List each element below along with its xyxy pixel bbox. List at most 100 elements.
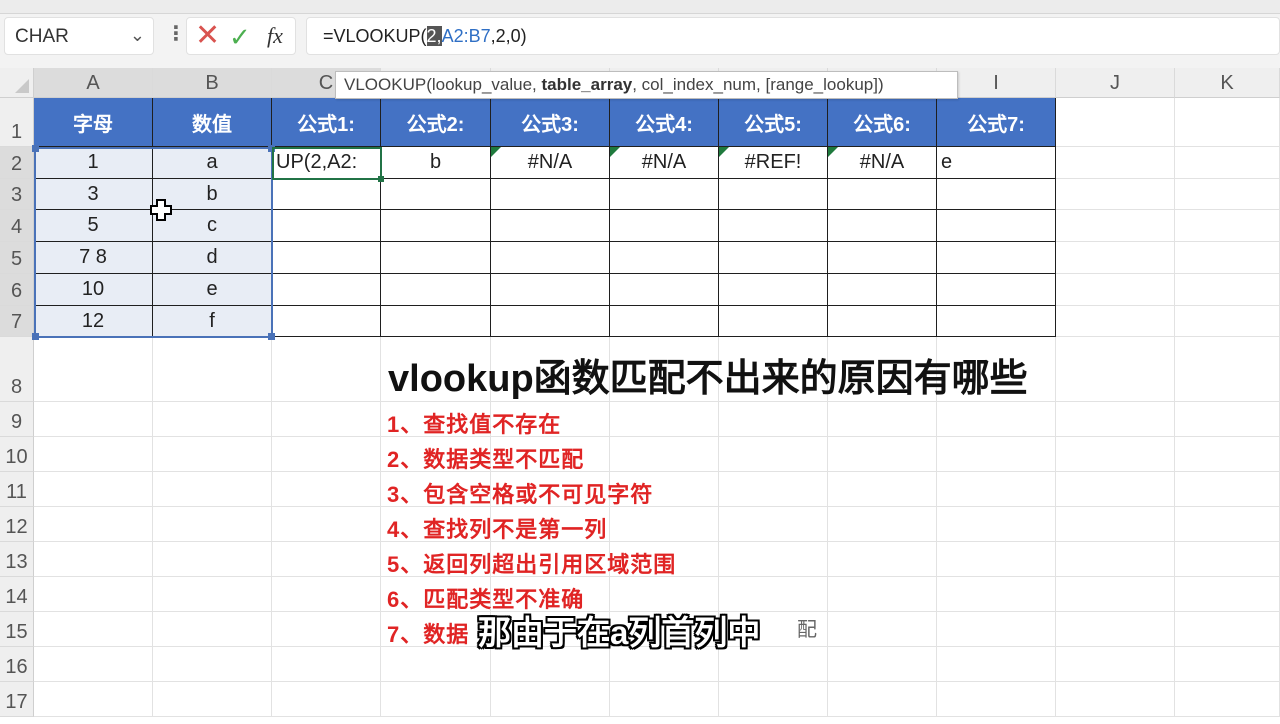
cell-i4[interactable] — [937, 210, 1056, 242]
cell-d3[interactable] — [381, 179, 491, 210]
cell-i16[interactable] — [937, 647, 1056, 682]
name-box[interactable]: CHAR ⌄ — [4, 17, 154, 55]
cell-i12[interactable] — [937, 507, 1056, 542]
cell-g6[interactable] — [719, 274, 828, 306]
error-indicator-icon[interactable] — [610, 147, 620, 157]
cell-i11[interactable] — [937, 472, 1056, 507]
cell-f10[interactable] — [610, 437, 719, 472]
cell-f17[interactable] — [610, 682, 719, 717]
cell-k11[interactable] — [1175, 472, 1280, 507]
cell-e3[interactable] — [491, 179, 610, 210]
tooltip-arg-table-array[interactable]: table_array — [542, 75, 633, 94]
cell-e17[interactable] — [491, 682, 610, 717]
cell-h15[interactable] — [828, 612, 937, 647]
cell-j7[interactable] — [1056, 306, 1175, 337]
cell-f4[interactable] — [610, 210, 719, 242]
error-indicator-icon[interactable] — [491, 147, 501, 157]
cell-g9[interactable] — [719, 402, 828, 437]
row-header-6[interactable]: 6 — [0, 274, 34, 306]
cell-j5[interactable] — [1056, 242, 1175, 274]
cell-b12[interactable] — [153, 507, 272, 542]
cell-h4[interactable] — [828, 210, 937, 242]
cell-b16[interactable] — [153, 647, 272, 682]
cell-j9[interactable] — [1056, 402, 1175, 437]
cell-b6[interactable]: e — [153, 274, 272, 306]
row-header-3[interactable]: 3 — [0, 179, 34, 210]
cell-g5[interactable] — [719, 242, 828, 274]
cell-i3[interactable] — [937, 179, 1056, 210]
cell-c1[interactable]: 公式1: — [272, 98, 381, 147]
cell-c11[interactable] — [272, 472, 381, 507]
cell-i14[interactable] — [937, 577, 1056, 612]
cell-k12[interactable] — [1175, 507, 1280, 542]
row-header-5[interactable]: 5 — [0, 242, 34, 274]
cell-c12[interactable] — [272, 507, 381, 542]
cell-a3[interactable]: 3 — [34, 179, 153, 210]
cell-j10[interactable] — [1056, 437, 1175, 472]
cell-g4[interactable] — [719, 210, 828, 242]
row-header-1[interactable]: 1 — [0, 98, 34, 147]
row-header-15[interactable]: 15 — [0, 612, 34, 647]
cell-k4[interactable] — [1175, 210, 1280, 242]
column-header-a[interactable]: A — [34, 68, 153, 98]
cell-j12[interactable] — [1056, 507, 1175, 542]
cell-c6[interactable] — [272, 274, 381, 306]
cell-i10[interactable] — [937, 437, 1056, 472]
cell-c15[interactable] — [272, 612, 381, 647]
cell-d17[interactable] — [381, 682, 491, 717]
cell-k1[interactable] — [1175, 98, 1280, 147]
row-header-12[interactable]: 12 — [0, 507, 34, 542]
column-header-k[interactable]: K — [1175, 68, 1280, 98]
cell-d4[interactable] — [381, 210, 491, 242]
cell-h11[interactable] — [828, 472, 937, 507]
cell-i17[interactable] — [937, 682, 1056, 717]
cell-b1[interactable]: 数值 — [153, 98, 272, 147]
row-header-2[interactable]: 2 — [0, 147, 34, 179]
row-header-7[interactable]: 7 — [0, 306, 34, 337]
cell-c9[interactable] — [272, 402, 381, 437]
row-header-9[interactable]: 9 — [0, 402, 34, 437]
cell-k10[interactable] — [1175, 437, 1280, 472]
cell-k17[interactable] — [1175, 682, 1280, 717]
cell-c5[interactable] — [272, 242, 381, 274]
cell-g1[interactable]: 公式5: — [719, 98, 828, 147]
row-header-17[interactable]: 17 — [0, 682, 34, 717]
cell-f1[interactable]: 公式4: — [610, 98, 719, 147]
row-header-10[interactable]: 10 — [0, 437, 34, 472]
cell-j13[interactable] — [1056, 542, 1175, 577]
cell-g11[interactable] — [719, 472, 828, 507]
cell-a12[interactable] — [34, 507, 153, 542]
cell-g13[interactable] — [719, 542, 828, 577]
cell-a1[interactable]: 字母 — [34, 98, 153, 147]
cell-h9[interactable] — [828, 402, 937, 437]
enter-check-icon[interactable]: ✓ — [229, 20, 251, 54]
cell-a9[interactable] — [34, 402, 153, 437]
cell-b11[interactable] — [153, 472, 272, 507]
cell-a2[interactable]: 1 — [34, 147, 153, 179]
cell-h13[interactable] — [828, 542, 937, 577]
row-header-16[interactable]: 16 — [0, 647, 34, 682]
cell-a15[interactable] — [34, 612, 153, 647]
cell-e2[interactable]: #N/A — [491, 147, 610, 179]
cell-a14[interactable] — [34, 577, 153, 612]
cell-g3[interactable] — [719, 179, 828, 210]
cell-j2[interactable] — [1056, 147, 1175, 179]
cell-f3[interactable] — [610, 179, 719, 210]
cell-k8[interactable] — [1175, 337, 1280, 402]
chevron-down-icon[interactable]: ⌄ — [130, 25, 145, 46]
cell-b5[interactable]: d — [153, 242, 272, 274]
cell-a13[interactable] — [34, 542, 153, 577]
cell-c4[interactable] — [272, 210, 381, 242]
cell-i13[interactable] — [937, 542, 1056, 577]
cell-h6[interactable] — [828, 274, 937, 306]
cell-j8[interactable] — [1056, 337, 1175, 402]
cell-g2[interactable]: #REF! — [719, 147, 828, 179]
cell-j17[interactable] — [1056, 682, 1175, 717]
cell-k7[interactable] — [1175, 306, 1280, 337]
cell-j11[interactable] — [1056, 472, 1175, 507]
cell-e5[interactable] — [491, 242, 610, 274]
cell-a5[interactable]: 7 8 — [34, 242, 153, 274]
cell-c3[interactable] — [272, 179, 381, 210]
row-header-8[interactable]: 8 — [0, 337, 34, 402]
cell-h17[interactable] — [828, 682, 937, 717]
